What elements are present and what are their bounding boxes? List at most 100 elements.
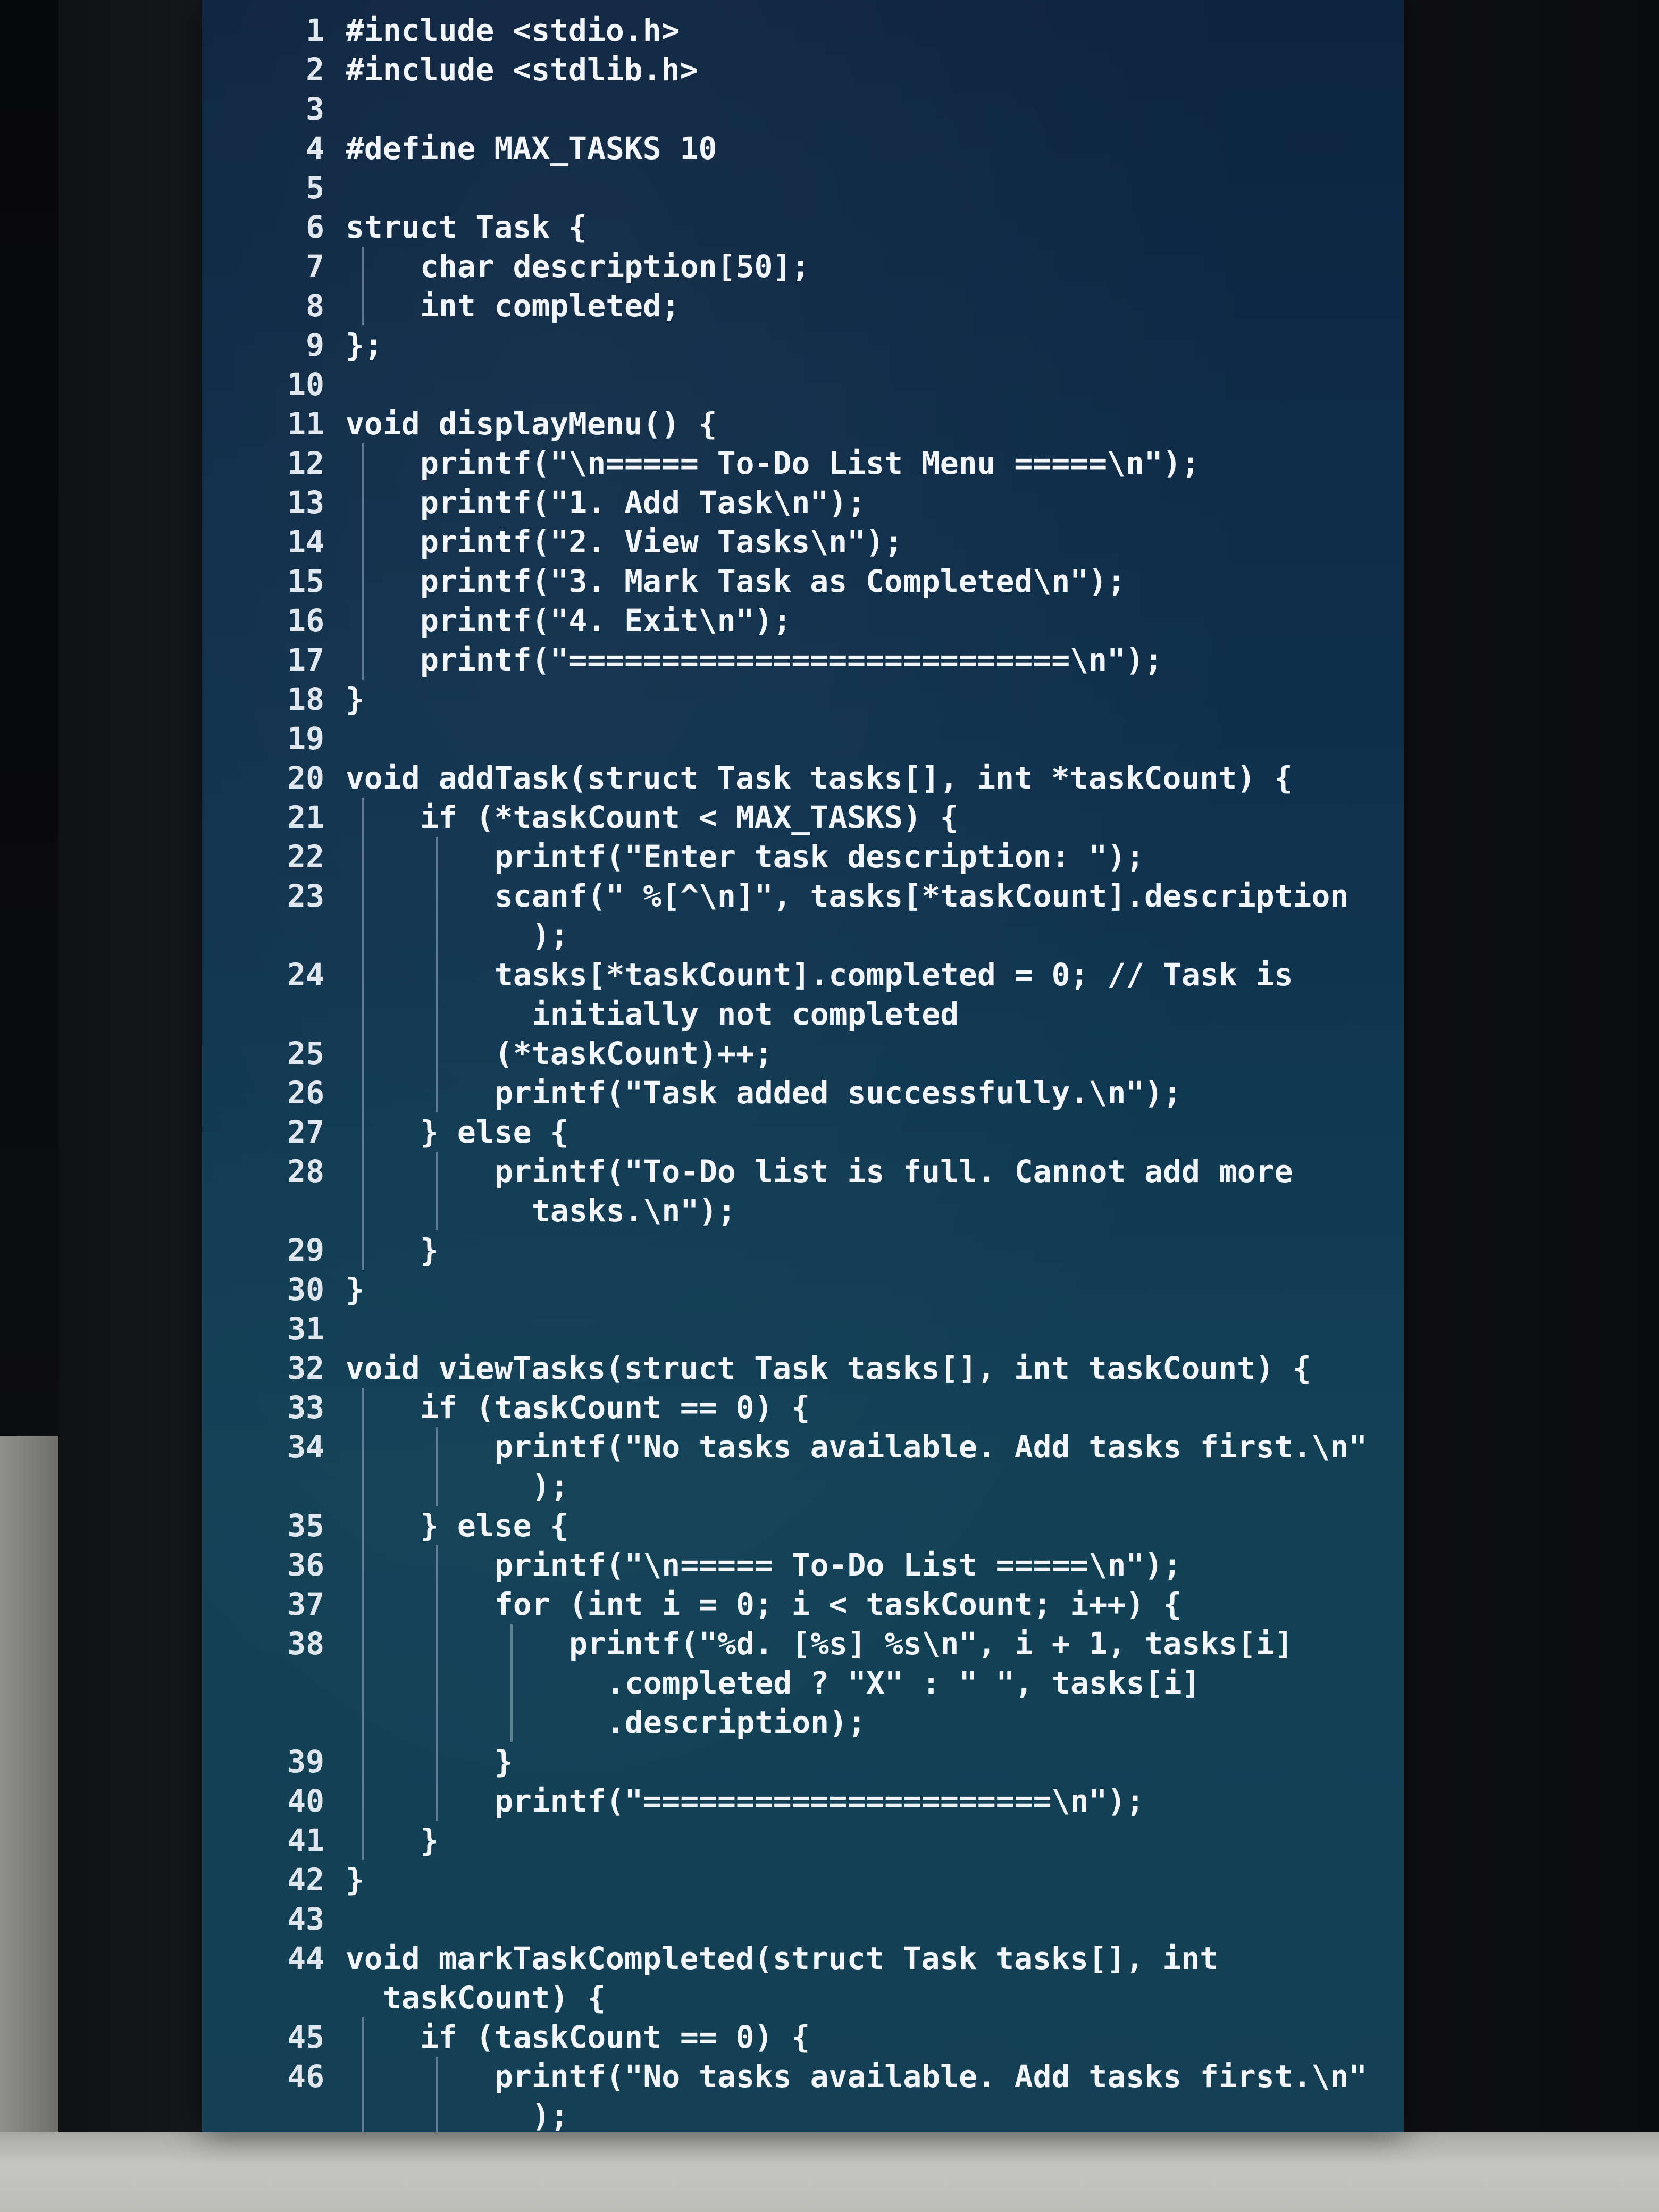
code-line[interactable]: if (taskCount == 0) {: [420, 1388, 810, 1427]
code-line[interactable]: }: [346, 1270, 364, 1309]
code-line[interactable]: printf("Task added successfully.\n");: [495, 1073, 1182, 1112]
code-line[interactable]: struct Task {: [346, 207, 587, 247]
indent-guide: [362, 916, 364, 955]
code-line-continuation[interactable]: .completed ? "X" : " ", tasks[i]: [606, 1663, 1200, 1703]
indent-guide: [436, 1742, 438, 1781]
code-line-continuation[interactable]: initially not completed: [532, 994, 959, 1034]
code-line[interactable]: printf("No tasks available. Add tasks fi…: [495, 2057, 1367, 2096]
line-number: 1: [306, 12, 324, 48]
line-number: 26: [287, 1075, 324, 1111]
code-line[interactable]: tasks[*taskCount].completed = 0; // Task…: [495, 955, 1293, 994]
code-line[interactable]: printf("1. Add Task\n");: [420, 483, 866, 522]
line-number: [234, 1191, 324, 1230]
line-number: 36: [287, 1547, 324, 1583]
indent-guide: [362, 443, 364, 483]
line-number: 5: [306, 170, 324, 206]
code-line[interactable]: }: [346, 680, 364, 719]
line-number: 10: [287, 366, 324, 403]
code-line[interactable]: void displayMenu() {: [346, 404, 717, 443]
indent-guide: [362, 1073, 364, 1112]
line-number: 46: [287, 2058, 324, 2094]
line-number: 37: [287, 1586, 324, 1622]
code-line-continuation[interactable]: tasks.\n");: [532, 1191, 736, 1230]
code-line[interactable]: printf("\n===== To-Do List Menu =====\n"…: [420, 443, 1200, 483]
monitor-right-area: [1404, 0, 1659, 2132]
line-number: 9: [306, 327, 324, 363]
code-line-continuation[interactable]: .description);: [606, 1703, 866, 1742]
code-line[interactable]: printf("%d. [%s] %s\n", i + 1, tasks[i]: [569, 1624, 1293, 1663]
code-line[interactable]: printf("======================\n");: [495, 1781, 1144, 1821]
code-line[interactable]: scanf(" %[^\n]", tasks[*taskCount].descr…: [495, 876, 1348, 916]
indent-guide: [362, 1191, 364, 1230]
code-line[interactable]: } else {: [420, 1506, 568, 1545]
code-line[interactable]: printf("No tasks available. Add tasks fi…: [495, 1427, 1367, 1467]
code-line[interactable]: #define MAX_TASKS 10: [346, 129, 717, 168]
line-number: 28: [287, 1153, 324, 1189]
indent-guide: [362, 1152, 364, 1191]
line-number: [234, 916, 324, 955]
line-number: 35: [287, 1507, 324, 1544]
indent-guide: [362, 1821, 364, 1860]
indent-guide: [362, 601, 364, 640]
code-line[interactable]: printf("Enter task description: ");: [495, 837, 1144, 876]
line-number: 15: [287, 563, 324, 599]
code-line[interactable]: if (*taskCount < MAX_TASKS) {: [420, 798, 959, 837]
indent-guide: [362, 876, 364, 916]
code-line[interactable]: printf("4. Exit\n");: [420, 601, 791, 640]
line-number: 41: [287, 1822, 324, 1858]
code-line[interactable]: int completed;: [420, 286, 680, 325]
line-number: 29: [287, 1232, 324, 1268]
code-line[interactable]: char description[50];: [420, 247, 810, 286]
monitor-left-area: [58, 0, 202, 2132]
code-line[interactable]: if (taskCount == 0) {: [420, 2017, 810, 2057]
line-number: 12: [287, 445, 324, 481]
code-line[interactable]: printf("===========================\n");: [420, 640, 1163, 680]
code-line[interactable]: (*taskCount)++;: [495, 1034, 773, 1073]
indent-guide: [436, 955, 438, 994]
indent-guide: [436, 1781, 438, 1821]
code-editor[interactable]: 1 2 3 4 5 6 7 8 9 10 11 12 13 14 15 16 17 18 19 20 21 22 23 24 2…: [202, 0, 1404, 2132]
line-number: 7: [306, 248, 324, 284]
code-line[interactable]: }: [346, 1860, 364, 1899]
code-line-continuation[interactable]: );: [532, 2096, 569, 2132]
code-line-continuation[interactable]: );: [532, 916, 569, 955]
indent-guide: [436, 1624, 438, 1663]
code-line[interactable]: printf("2. View Tasks\n");: [420, 522, 903, 562]
indent-guide: [362, 483, 364, 522]
indent-guide: [362, 2017, 364, 2057]
code-line[interactable]: printf("To-Do list is full. Cannot add m…: [495, 1152, 1293, 1191]
indent-guide: [436, 1663, 438, 1703]
indent-guide: [362, 994, 364, 1034]
indent-guide: [436, 1073, 438, 1112]
indent-guide: [362, 1624, 364, 1663]
indent-guide: [362, 1112, 364, 1152]
code-line-continuation[interactable]: taskCount) {: [383, 1978, 606, 2017]
code-line[interactable]: } else {: [420, 1112, 568, 1152]
indent-guide: [510, 1703, 513, 1742]
code-line[interactable]: }: [495, 1742, 513, 1781]
indent-guide: [436, 1585, 438, 1624]
code-line[interactable]: printf("\n===== To-Do List =====\n");: [495, 1545, 1182, 1585]
line-number: 14: [287, 524, 324, 560]
line-number: 23: [287, 878, 324, 914]
code-line[interactable]: #include <stdio.h>: [346, 11, 680, 50]
line-number: 13: [287, 484, 324, 521]
code-line[interactable]: }: [420, 1230, 439, 1270]
code-line[interactable]: };: [346, 325, 383, 365]
line-number: 19: [287, 720, 324, 757]
indent-guide: [362, 640, 364, 680]
line-number: [234, 994, 324, 1034]
code-line-continuation[interactable]: );: [532, 1467, 569, 1506]
line-number: 3: [306, 91, 324, 127]
line-number: 8: [306, 288, 324, 324]
code-line[interactable]: void addTask(struct Task tasks[], int *t…: [346, 758, 1293, 798]
code-area[interactable]: #include <stdio.h> #include <stdlib.h> #de…: [340, 0, 1393, 2132]
code-line[interactable]: printf("3. Mark Task as Completed\n");: [420, 562, 1126, 601]
code-line[interactable]: void viewTasks(struct Task tasks[], int …: [346, 1348, 1311, 1388]
code-line[interactable]: for (int i = 0; i < taskCount; i++) {: [495, 1585, 1182, 1624]
code-line[interactable]: #include <stdlib.h>: [346, 50, 698, 89]
code-line[interactable]: void markTaskCompleted(struct Task tasks…: [346, 1939, 1218, 1978]
indent-guide: [436, 876, 438, 916]
code-line[interactable]: }: [420, 1821, 439, 1860]
line-number: 22: [287, 839, 324, 875]
